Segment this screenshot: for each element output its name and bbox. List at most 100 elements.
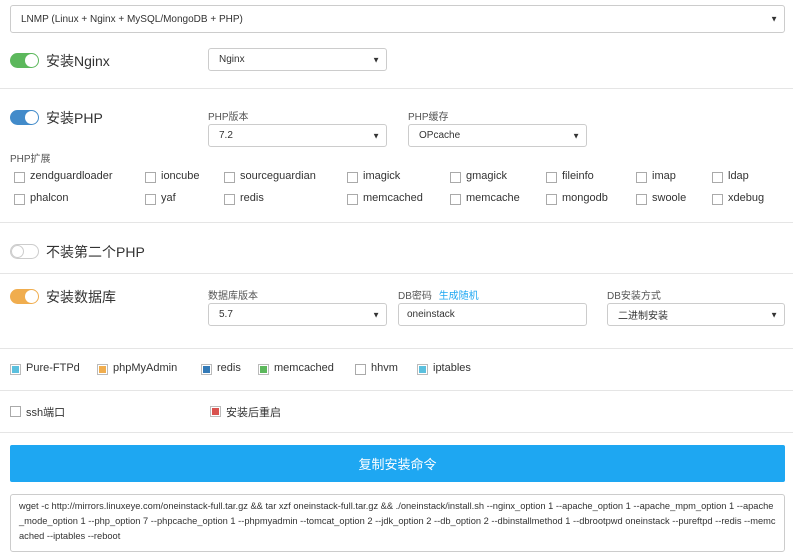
ext-label: swoole <box>652 192 687 204</box>
ext-label: memcache <box>466 192 520 204</box>
ext-checkbox-imagick[interactable] <box>347 172 358 183</box>
ext-checkbox-yaf[interactable] <box>145 194 156 205</box>
db-method-value: 二进制安装 <box>618 311 668 322</box>
checkbox-fill <box>260 366 267 373</box>
divider <box>0 222 793 223</box>
checkbox-fill <box>99 366 106 373</box>
chevron-down-icon: ▼ <box>770 14 778 24</box>
checkbox-fill <box>203 366 210 373</box>
toggle-knob <box>25 54 38 67</box>
db-method-label: DB安装方式 <box>607 291 661 302</box>
generate-random-link[interactable]: 生成随机 <box>439 291 479 302</box>
ssh-port-label: ssh端口 <box>26 407 66 419</box>
ext-label: imap <box>652 170 676 182</box>
php-version-value: 7.2 <box>219 130 233 141</box>
ext-label: redis <box>240 192 264 204</box>
extra-label: hhvm <box>371 362 398 374</box>
extra-label: phpMyAdmin <box>113 362 178 374</box>
ext-checkbox-swoole[interactable] <box>636 194 647 205</box>
divider <box>0 390 793 391</box>
chevron-down-icon: ▼ <box>372 131 380 140</box>
php-cache-value: OPcache <box>419 130 461 141</box>
checkbox-fill <box>12 366 19 373</box>
php-toggle[interactable] <box>10 110 39 125</box>
db-password-value: oneinstack <box>407 309 455 320</box>
ext-checkbox-imap[interactable] <box>636 172 647 183</box>
ssh-port-checkbox[interactable] <box>10 406 21 417</box>
ext-label: gmagick <box>466 170 507 182</box>
command-textarea[interactable]: wget -c http://mirrors.linuxeye.com/onei… <box>10 494 785 552</box>
extra-checkbox[interactable] <box>258 364 269 375</box>
second-php-toggle[interactable] <box>10 244 39 259</box>
chevron-down-icon: ▼ <box>572 131 580 140</box>
ext-label: sourceguardian <box>240 170 316 182</box>
extra-label: Pure-FTPd <box>26 362 80 374</box>
divider <box>0 273 793 274</box>
db-method-select[interactable]: 二进制安装 ▼ <box>607 303 785 326</box>
ext-checkbox-memcache[interactable] <box>450 194 461 205</box>
ext-checkbox-phalcon[interactable] <box>14 194 25 205</box>
ext-label: memcached <box>363 192 423 204</box>
db-version-select[interactable]: 5.7 ▼ <box>208 303 387 326</box>
ext-checkbox-ioncube[interactable] <box>145 172 156 183</box>
extra-checkbox[interactable] <box>417 364 428 375</box>
extra-checkbox[interactable] <box>97 364 108 375</box>
chevron-down-icon: ▼ <box>372 55 380 64</box>
extra-label: memcached <box>274 362 334 374</box>
nginx-toggle[interactable] <box>10 53 39 68</box>
ext-label: ldap <box>728 170 749 182</box>
ext-label: zendguardloader <box>30 170 113 182</box>
divider <box>0 348 793 349</box>
extra-label: iptables <box>433 362 471 374</box>
extra-checkbox[interactable] <box>355 364 366 375</box>
stack-select-value: LNMP (Linux + Nginx + MySQL/MongoDB + PH… <box>21 13 243 25</box>
second-php-toggle-label: 不装第二个PHP <box>46 244 145 260</box>
toggle-knob <box>11 245 24 258</box>
ext-checkbox-zendguardloader[interactable] <box>14 172 25 183</box>
checkbox-fill <box>419 366 426 373</box>
php-cache-label: PHP缓存 <box>408 112 449 123</box>
ext-label: yaf <box>161 192 176 204</box>
php-version-select[interactable]: 7.2 ▼ <box>208 124 387 147</box>
ext-label: mongodb <box>562 192 608 204</box>
db-password-label-group: DB密码 生成随机 <box>398 287 479 302</box>
php-ext-label: PHP扩展 <box>10 154 51 165</box>
ext-label: imagick <box>363 170 401 182</box>
divider <box>0 432 793 433</box>
php-toggle-label: 安装PHP <box>46 110 103 126</box>
toggle-knob <box>25 111 38 124</box>
ext-checkbox-sourceguardian[interactable] <box>224 172 235 183</box>
reboot-label: 安装后重启 <box>226 407 281 419</box>
divider <box>0 88 793 89</box>
ext-checkbox-ldap[interactable] <box>712 172 723 183</box>
database-toggle-label: 安装数据库 <box>46 289 116 305</box>
db-version-value: 5.7 <box>219 309 233 320</box>
reboot-checkbox[interactable] <box>210 406 221 417</box>
db-version-label: 数据库版本 <box>208 291 258 302</box>
database-toggle[interactable] <box>10 289 39 304</box>
toggle-knob <box>25 290 38 303</box>
extra-checkbox[interactable] <box>10 364 21 375</box>
ext-checkbox-fileinfo[interactable] <box>546 172 557 183</box>
chevron-down-icon: ▼ <box>372 310 380 319</box>
ext-checkbox-gmagick[interactable] <box>450 172 461 183</box>
ext-label: ioncube <box>161 170 200 182</box>
ext-checkbox-memcached[interactable] <box>347 194 358 205</box>
ext-checkbox-xdebug[interactable] <box>712 194 723 205</box>
ext-checkbox-mongodb[interactable] <box>546 194 557 205</box>
chevron-down-icon: ▼ <box>770 310 778 319</box>
copy-command-button[interactable]: 复制安装命令 <box>10 445 785 482</box>
php-cache-select[interactable]: OPcache ▼ <box>408 124 587 147</box>
nginx-toggle-label: 安装Nginx <box>46 53 110 69</box>
stack-select[interactable]: LNMP (Linux + Nginx + MySQL/MongoDB + PH… <box>10 5 785 33</box>
nginx-select[interactable]: Nginx ▼ <box>208 48 387 71</box>
db-password-input[interactable]: oneinstack <box>398 303 587 326</box>
db-password-label: DB密码 <box>398 291 432 302</box>
extra-checkbox[interactable] <box>201 364 212 375</box>
nginx-select-value: Nginx <box>219 54 245 65</box>
ext-label: phalcon <box>30 192 69 204</box>
checkbox-fill <box>212 408 219 415</box>
ext-label: fileinfo <box>562 170 594 182</box>
ext-label: xdebug <box>728 192 765 204</box>
ext-checkbox-redis[interactable] <box>224 194 235 205</box>
